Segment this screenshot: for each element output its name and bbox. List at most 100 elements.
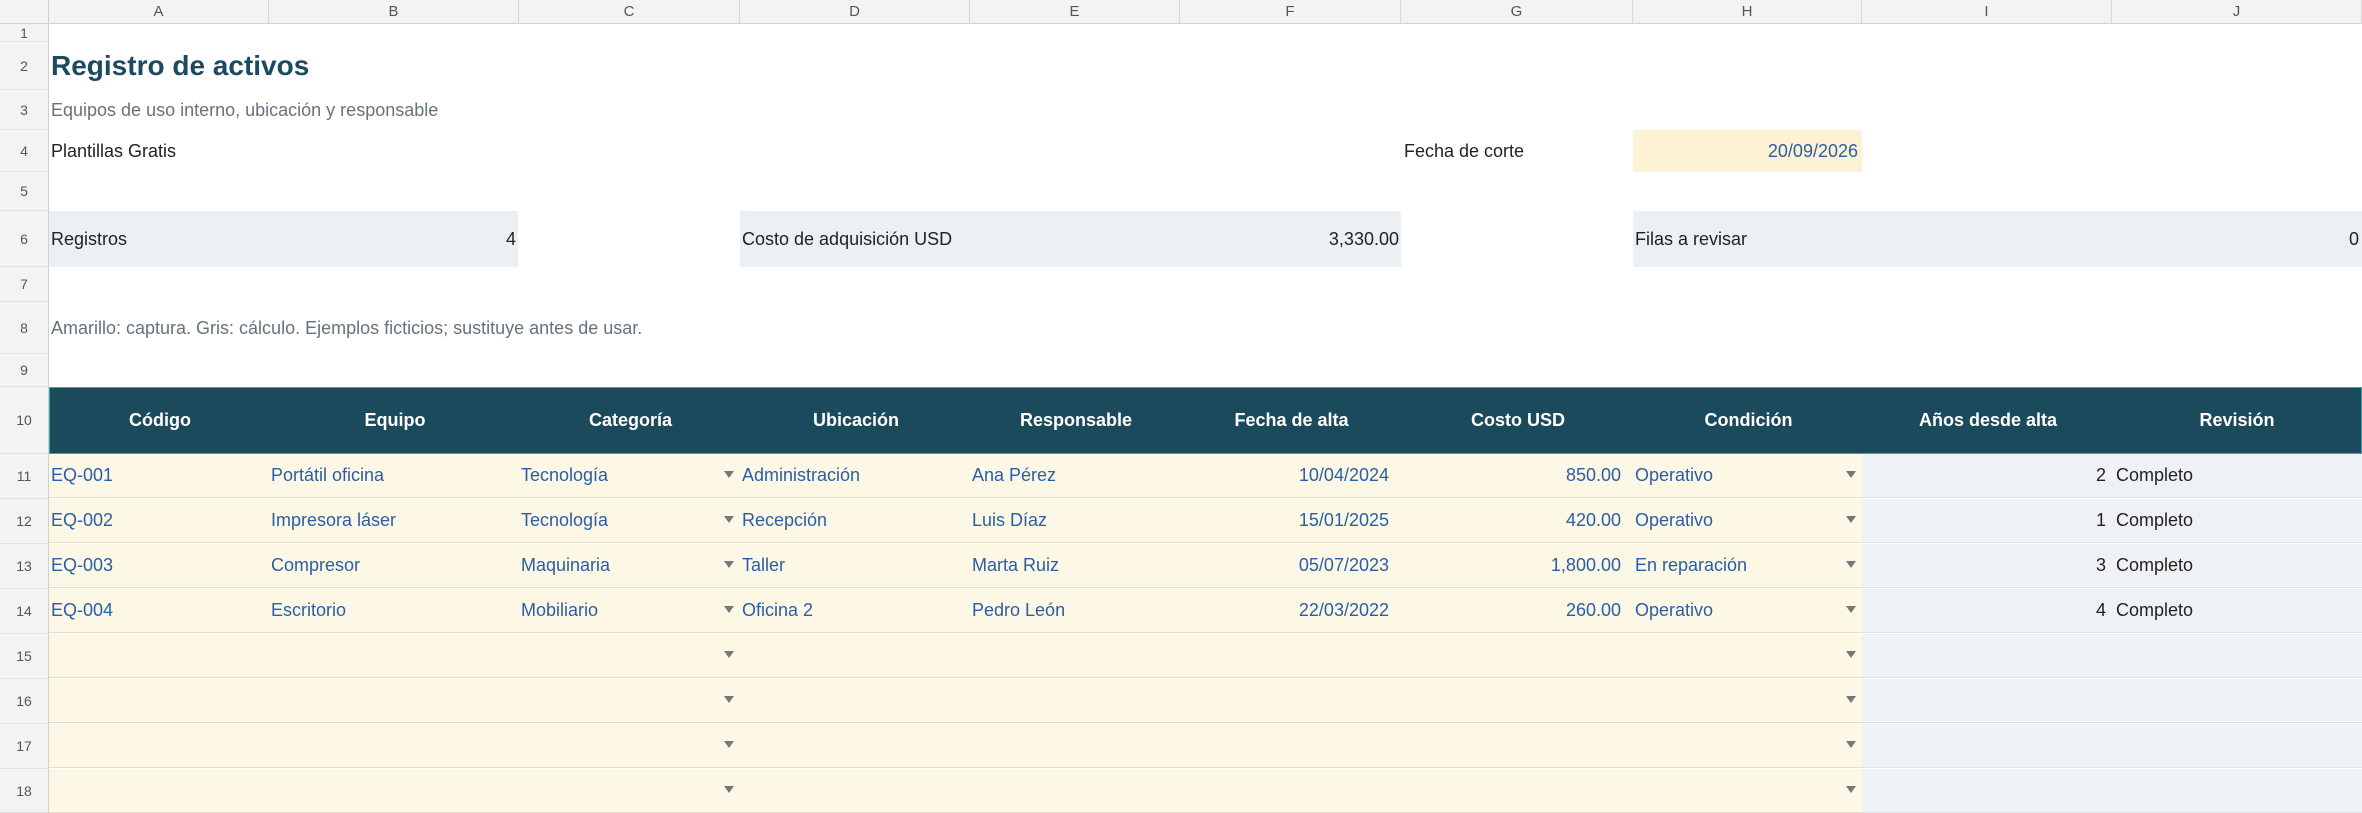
cell-codigo[interactable]: EQ-001 <box>49 454 269 498</box>
cell-responsable[interactable] <box>970 634 1180 678</box>
dropdown-arrow-icon[interactable] <box>724 516 734 523</box>
cell-equipo[interactable] <box>269 634 519 678</box>
cell-fecha-alta[interactable] <box>1180 724 1401 768</box>
row-header-8[interactable]: 8 <box>0 302 49 354</box>
row-header-15[interactable]: 15 <box>0 634 49 679</box>
cell-equipo[interactable] <box>269 724 519 768</box>
cell-costo[interactable] <box>1401 679 1633 723</box>
dropdown-arrow-icon[interactable] <box>724 606 734 613</box>
cell-codigo[interactable]: EQ-004 <box>49 589 269 633</box>
dropdown-arrow-icon[interactable] <box>724 786 734 793</box>
row-header-6[interactable]: 6 <box>0 211 49 267</box>
cell-costo[interactable]: 850.00 <box>1401 454 1633 498</box>
cell-condicion[interactable]: Operativo <box>1633 589 1862 633</box>
cell-fecha-alta[interactable] <box>1180 634 1401 678</box>
th-fecha-alta[interactable]: Fecha de alta <box>1181 388 1402 453</box>
col-header-d[interactable]: D <box>740 0 970 24</box>
col-header-b[interactable]: B <box>269 0 519 24</box>
cell-costo[interactable]: 420.00 <box>1401 499 1633 543</box>
cell-responsable[interactable]: Marta Ruiz <box>970 544 1180 588</box>
row-header-11[interactable]: 11 <box>0 454 49 499</box>
cell-ubicacion[interactable] <box>740 724 970 768</box>
cell-codigo[interactable] <box>49 679 269 723</box>
cell-equipo[interactable] <box>269 769 519 813</box>
cell-fecha-alta[interactable]: 15/01/2025 <box>1180 499 1401 543</box>
th-costo[interactable]: Costo USD <box>1402 388 1634 453</box>
row-header-7[interactable]: 7 <box>0 267 49 302</box>
row-header-18[interactable]: 18 <box>0 769 49 813</box>
col-header-f[interactable]: F <box>1180 0 1401 24</box>
cell-responsable[interactable] <box>970 769 1180 813</box>
cell-fecha-alta[interactable]: 22/03/2022 <box>1180 589 1401 633</box>
cell-categoria[interactable]: Mobiliario <box>519 589 740 633</box>
row-header-3[interactable]: 3 <box>0 90 49 130</box>
cell-ubicacion[interactable] <box>740 634 970 678</box>
row-header-13[interactable]: 13 <box>0 544 49 589</box>
col-header-e[interactable]: E <box>970 0 1180 24</box>
dropdown-arrow-icon[interactable] <box>1846 561 1856 568</box>
th-equipo[interactable]: Equipo <box>270 388 520 453</box>
cell-responsable[interactable]: Luis Díaz <box>970 499 1180 543</box>
cell-equipo[interactable]: Escritorio <box>269 589 519 633</box>
cell-equipo[interactable]: Compresor <box>269 544 519 588</box>
cell-codigo[interactable]: EQ-003 <box>49 544 269 588</box>
row-header-10[interactable]: 10 <box>0 387 49 454</box>
cell-condicion[interactable] <box>1633 634 1862 678</box>
dropdown-arrow-icon[interactable] <box>1846 651 1856 658</box>
dropdown-arrow-icon[interactable] <box>724 471 734 478</box>
cell-fecha-alta[interactable] <box>1180 679 1401 723</box>
th-revision[interactable]: Revisión <box>2113 388 2361 453</box>
th-categoria[interactable]: Categoría <box>520 388 741 453</box>
cell-costo[interactable]: 260.00 <box>1401 589 1633 633</box>
th-anios[interactable]: Años desde alta <box>1863 388 2113 453</box>
dropdown-arrow-icon[interactable] <box>1846 606 1856 613</box>
cell-equipo[interactable]: Impresora láser <box>269 499 519 543</box>
col-header-i[interactable]: I <box>1862 0 2112 24</box>
th-codigo[interactable]: Código <box>50 388 270 453</box>
cell-responsable[interactable] <box>970 724 1180 768</box>
th-responsable[interactable]: Responsable <box>971 388 1181 453</box>
cell-condicion[interactable]: En reparación <box>1633 544 1862 588</box>
col-header-g[interactable]: G <box>1401 0 1633 24</box>
dropdown-arrow-icon[interactable] <box>1846 516 1856 523</box>
cell-condicion[interactable] <box>1633 769 1862 813</box>
cell-condicion[interactable] <box>1633 679 1862 723</box>
cell-ubicacion[interactable] <box>740 769 970 813</box>
cell-costo[interactable]: 1,800.00 <box>1401 544 1633 588</box>
select-all-corner[interactable] <box>0 0 49 24</box>
cell-ubicacion[interactable]: Recepción <box>740 499 970 543</box>
cell-categoria[interactable]: Maquinaria <box>519 544 740 588</box>
th-condicion[interactable]: Condición <box>1634 388 1863 453</box>
col-header-c[interactable]: C <box>519 0 740 24</box>
col-header-j[interactable]: J <box>2112 0 2362 24</box>
row-header-4[interactable]: 4 <box>0 130 49 172</box>
cutoff-date-input[interactable]: 20/09/2026 <box>1633 130 1862 172</box>
cell-categoria[interactable] <box>519 769 740 813</box>
cell-ubicacion[interactable] <box>740 679 970 723</box>
col-header-h[interactable]: H <box>1633 0 1862 24</box>
cell-condicion[interactable]: Operativo <box>1633 454 1862 498</box>
dropdown-arrow-icon[interactable] <box>724 561 734 568</box>
cell-costo[interactable] <box>1401 724 1633 768</box>
cell-responsable[interactable] <box>970 679 1180 723</box>
cell-codigo[interactable]: EQ-002 <box>49 499 269 543</box>
row-header-12[interactable]: 12 <box>0 499 49 544</box>
cell-costo[interactable] <box>1401 769 1633 813</box>
cell-costo[interactable] <box>1401 634 1633 678</box>
cell-condicion[interactable] <box>1633 724 1862 768</box>
cell-equipo[interactable] <box>269 679 519 723</box>
cell-categoria[interactable] <box>519 679 740 723</box>
cell-codigo[interactable] <box>49 724 269 768</box>
cell-condicion[interactable]: Operativo <box>1633 499 1862 543</box>
row-header-9[interactable]: 9 <box>0 354 49 387</box>
row-header-5[interactable]: 5 <box>0 172 49 211</box>
cell-fecha-alta[interactable]: 05/07/2023 <box>1180 544 1401 588</box>
row-header-2[interactable]: 2 <box>0 42 49 90</box>
dropdown-arrow-icon[interactable] <box>1846 696 1856 703</box>
row-header-17[interactable]: 17 <box>0 724 49 769</box>
cell-ubicacion[interactable]: Oficina 2 <box>740 589 970 633</box>
cell-categoria[interactable] <box>519 634 740 678</box>
col-header-a[interactable]: A <box>49 0 269 24</box>
th-ubicacion[interactable]: Ubicación <box>741 388 971 453</box>
dropdown-arrow-icon[interactable] <box>1846 786 1856 793</box>
